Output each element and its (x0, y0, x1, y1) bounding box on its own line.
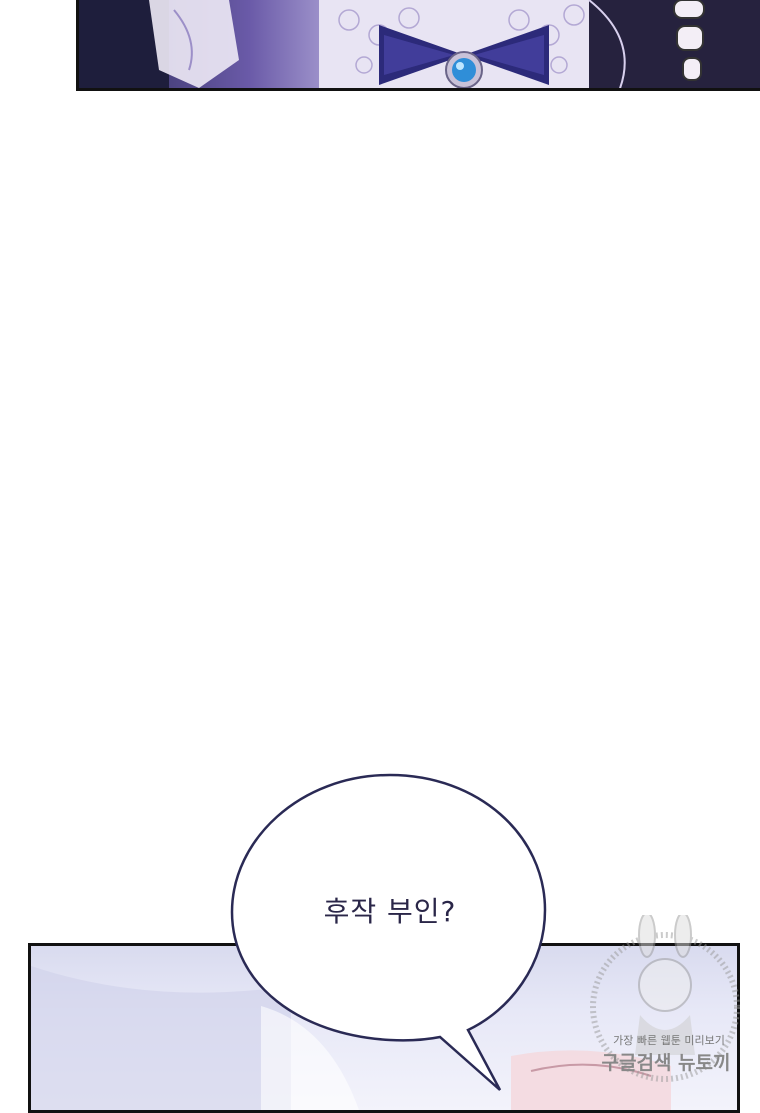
watermark-line2: 구글검색 뉴토끼 (601, 1052, 731, 1074)
watermark-line1: 가장 빠른 웹툰 미리보기 (613, 1034, 725, 1047)
dress-illustration (79, 0, 760, 88)
speech-bubble-text: 후작 부인? (323, 895, 457, 928)
comic-panel-top (76, 0, 760, 91)
